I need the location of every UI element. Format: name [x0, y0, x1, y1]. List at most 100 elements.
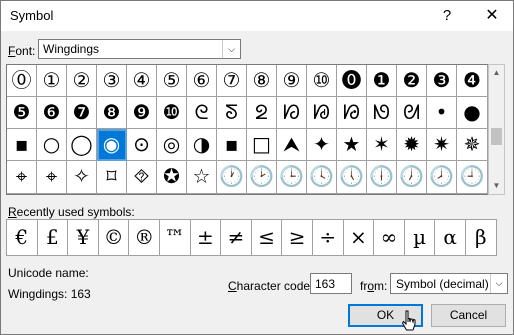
- symbol-cell[interactable]: ✵: [457, 129, 488, 161]
- symbol-cell[interactable]: ④: [127, 65, 157, 97]
- symbol-cell[interactable]: ◯: [67, 129, 97, 161]
- recent-symbol-cell[interactable]: ™: [160, 220, 191, 255]
- symbol-cell[interactable]: ❽: [97, 97, 127, 129]
- symbol-cell[interactable]: ❻: [37, 97, 67, 129]
- symbol-cell[interactable]: 🕐: [217, 161, 247, 194]
- symbol-cell[interactable]: ❶: [367, 65, 397, 97]
- recent-symbol-cell[interactable]: µ: [405, 220, 436, 255]
- recent-symbol-cell[interactable]: ÷: [313, 220, 344, 255]
- cancel-button[interactable]: Cancel: [431, 304, 506, 327]
- symbol-cell[interactable]: ③: [97, 65, 127, 97]
- recent-symbol-cell[interactable]: ©: [99, 220, 130, 255]
- symbol-cell[interactable]: ⊙: [127, 129, 157, 161]
- symbol-cell[interactable]: ᘚ: [367, 97, 397, 129]
- title-bar: Symbol ? ✕: [1, 1, 513, 31]
- symbol-cell[interactable]: •: [427, 97, 457, 129]
- symbol-cell[interactable]: ✹: [397, 129, 427, 161]
- scroll-up-arrow-icon[interactable]: ▲: [489, 65, 504, 81]
- recent-symbol-cell[interactable]: ¥: [68, 220, 99, 255]
- font-dropdown-value: Wingdings: [43, 42, 100, 56]
- symbol-cell[interactable]: ᘓ: [187, 97, 217, 129]
- symbol-cell[interactable]: 🕖: [397, 161, 427, 194]
- symbol-cell[interactable]: ⌖: [37, 161, 67, 194]
- symbol-cell[interactable]: ⌖: [7, 161, 37, 194]
- help-button[interactable]: ?: [437, 5, 457, 27]
- recent-symbol-cell[interactable]: β: [466, 220, 497, 255]
- recent-symbol-cell[interactable]: ®: [129, 220, 160, 255]
- symbol-cell[interactable]: ⑤: [157, 65, 187, 97]
- font-dropdown[interactable]: Wingdings ⌵: [38, 39, 241, 59]
- symbol-cell[interactable]: □: [247, 129, 277, 161]
- symbol-cell[interactable]: ❿: [157, 97, 187, 129]
- symbol-cell[interactable]: ❼: [67, 97, 97, 129]
- symbol-cell[interactable]: ✦: [307, 129, 337, 161]
- symbol-cell[interactable]: 🕕: [367, 161, 397, 194]
- symbol-cell[interactable]: ⑥: [187, 65, 217, 97]
- symbol-cell[interactable]: ②: [67, 65, 97, 97]
- symbol-cell[interactable]: ᘖ: [247, 97, 277, 129]
- symbol-cell[interactable]: ᘙ: [337, 97, 367, 129]
- symbol-cell[interactable]: ❸: [427, 65, 457, 97]
- symbol-cell[interactable]: ᘛ: [397, 97, 427, 129]
- symbol-cell[interactable]: 🕘: [457, 161, 488, 194]
- symbol-cell[interactable]: ●: [457, 97, 488, 129]
- recently-used-label: Recently used symbols:: [8, 205, 135, 219]
- symbol-cell[interactable]: ❹: [457, 65, 488, 97]
- recent-symbol-cell[interactable]: α: [435, 220, 466, 255]
- recent-symbol-cell[interactable]: ≥: [282, 220, 313, 255]
- from-dropdown[interactable]: Symbol (decimal) ⌵: [390, 273, 508, 294]
- symbol-cell[interactable]: ▪: [217, 129, 247, 161]
- symbol-cell[interactable]: ★: [337, 129, 367, 161]
- symbol-cell[interactable]: ⌑: [97, 161, 127, 194]
- recent-symbol-cell[interactable]: €: [7, 220, 38, 255]
- symbol-cell[interactable]: ☆: [187, 161, 217, 194]
- symbol-cell[interactable]: 🕑: [247, 161, 277, 194]
- symbol-cell[interactable]: ⮝: [277, 129, 307, 161]
- symbol-cell[interactable]: ᘘ: [307, 97, 337, 129]
- symbol-cell[interactable]: ⓪: [7, 65, 37, 97]
- symbol-cell[interactable]: ⑩: [307, 65, 337, 97]
- font-label-text: ont:: [15, 44, 36, 58]
- recent-symbol-cell[interactable]: ±: [191, 220, 222, 255]
- close-button[interactable]: ✕: [471, 1, 513, 31]
- symbol-cell[interactable]: 🕓: [307, 161, 337, 194]
- symbol-cell[interactable]: ✷: [427, 129, 457, 161]
- symbol-cell[interactable]: ⓿: [337, 65, 367, 97]
- symbol-cell[interactable]: ✧: [67, 161, 97, 194]
- character-code-text: haracter code:: [236, 279, 314, 293]
- chevron-down-icon[interactable]: ⌵: [222, 40, 240, 58]
- symbol-cell[interactable]: ✶: [367, 129, 397, 161]
- symbol-cell[interactable]: ⯑: [127, 161, 157, 194]
- symbol-cell[interactable]: ❷: [397, 65, 427, 97]
- recent-symbol-cell[interactable]: ×: [344, 220, 375, 255]
- symbol-cell[interactable]: 🕒: [277, 161, 307, 194]
- symbol-cell[interactable]: ✪: [157, 161, 187, 194]
- symbol-cell[interactable]: ○: [37, 129, 67, 161]
- symbol-cell[interactable]: ᘗ: [277, 97, 307, 129]
- recently-used-symbols: € £ ¥ © ® ™ ± ≠ ≤ ≥ ÷ × ∞ µ α β: [6, 219, 497, 256]
- recent-symbol-cell[interactable]: ∞: [374, 220, 405, 255]
- symbol-cell[interactable]: 🕔: [337, 161, 367, 194]
- recently-used-accesskey: R: [8, 205, 17, 219]
- symbol-grid-scrollbar[interactable]: ▲ ▼: [488, 64, 505, 195]
- symbol-cell[interactable]: ◑: [187, 129, 217, 161]
- symbol-cell[interactable]: 🕗: [427, 161, 457, 194]
- symbol-cell[interactable]: ◉: [97, 129, 127, 161]
- symbol-cell[interactable]: ⑧: [247, 65, 277, 97]
- scroll-down-arrow-icon[interactable]: ▼: [489, 178, 504, 194]
- symbol-cell[interactable]: ᘕ: [217, 97, 247, 129]
- font-label: Font:: [8, 44, 35, 58]
- symbol-cell[interactable]: ⑨: [277, 65, 307, 97]
- chevron-down-icon[interactable]: ⌵: [490, 274, 507, 293]
- symbol-cell[interactable]: ❺: [7, 97, 37, 129]
- symbol-cell[interactable]: ◎: [157, 129, 187, 161]
- symbol-cell[interactable]: ⑦: [217, 65, 247, 97]
- recent-symbol-cell[interactable]: ≠: [221, 220, 252, 255]
- scroll-thumb[interactable]: [491, 128, 502, 145]
- recent-symbol-cell[interactable]: £: [38, 220, 69, 255]
- symbol-cell[interactable]: ❾: [127, 97, 157, 129]
- character-code-input[interactable]: 163: [310, 273, 352, 294]
- recent-symbol-cell[interactable]: ≤: [252, 220, 283, 255]
- symbol-cell[interactable]: ①: [37, 65, 67, 97]
- symbol-cell[interactable]: ▪: [7, 129, 37, 161]
